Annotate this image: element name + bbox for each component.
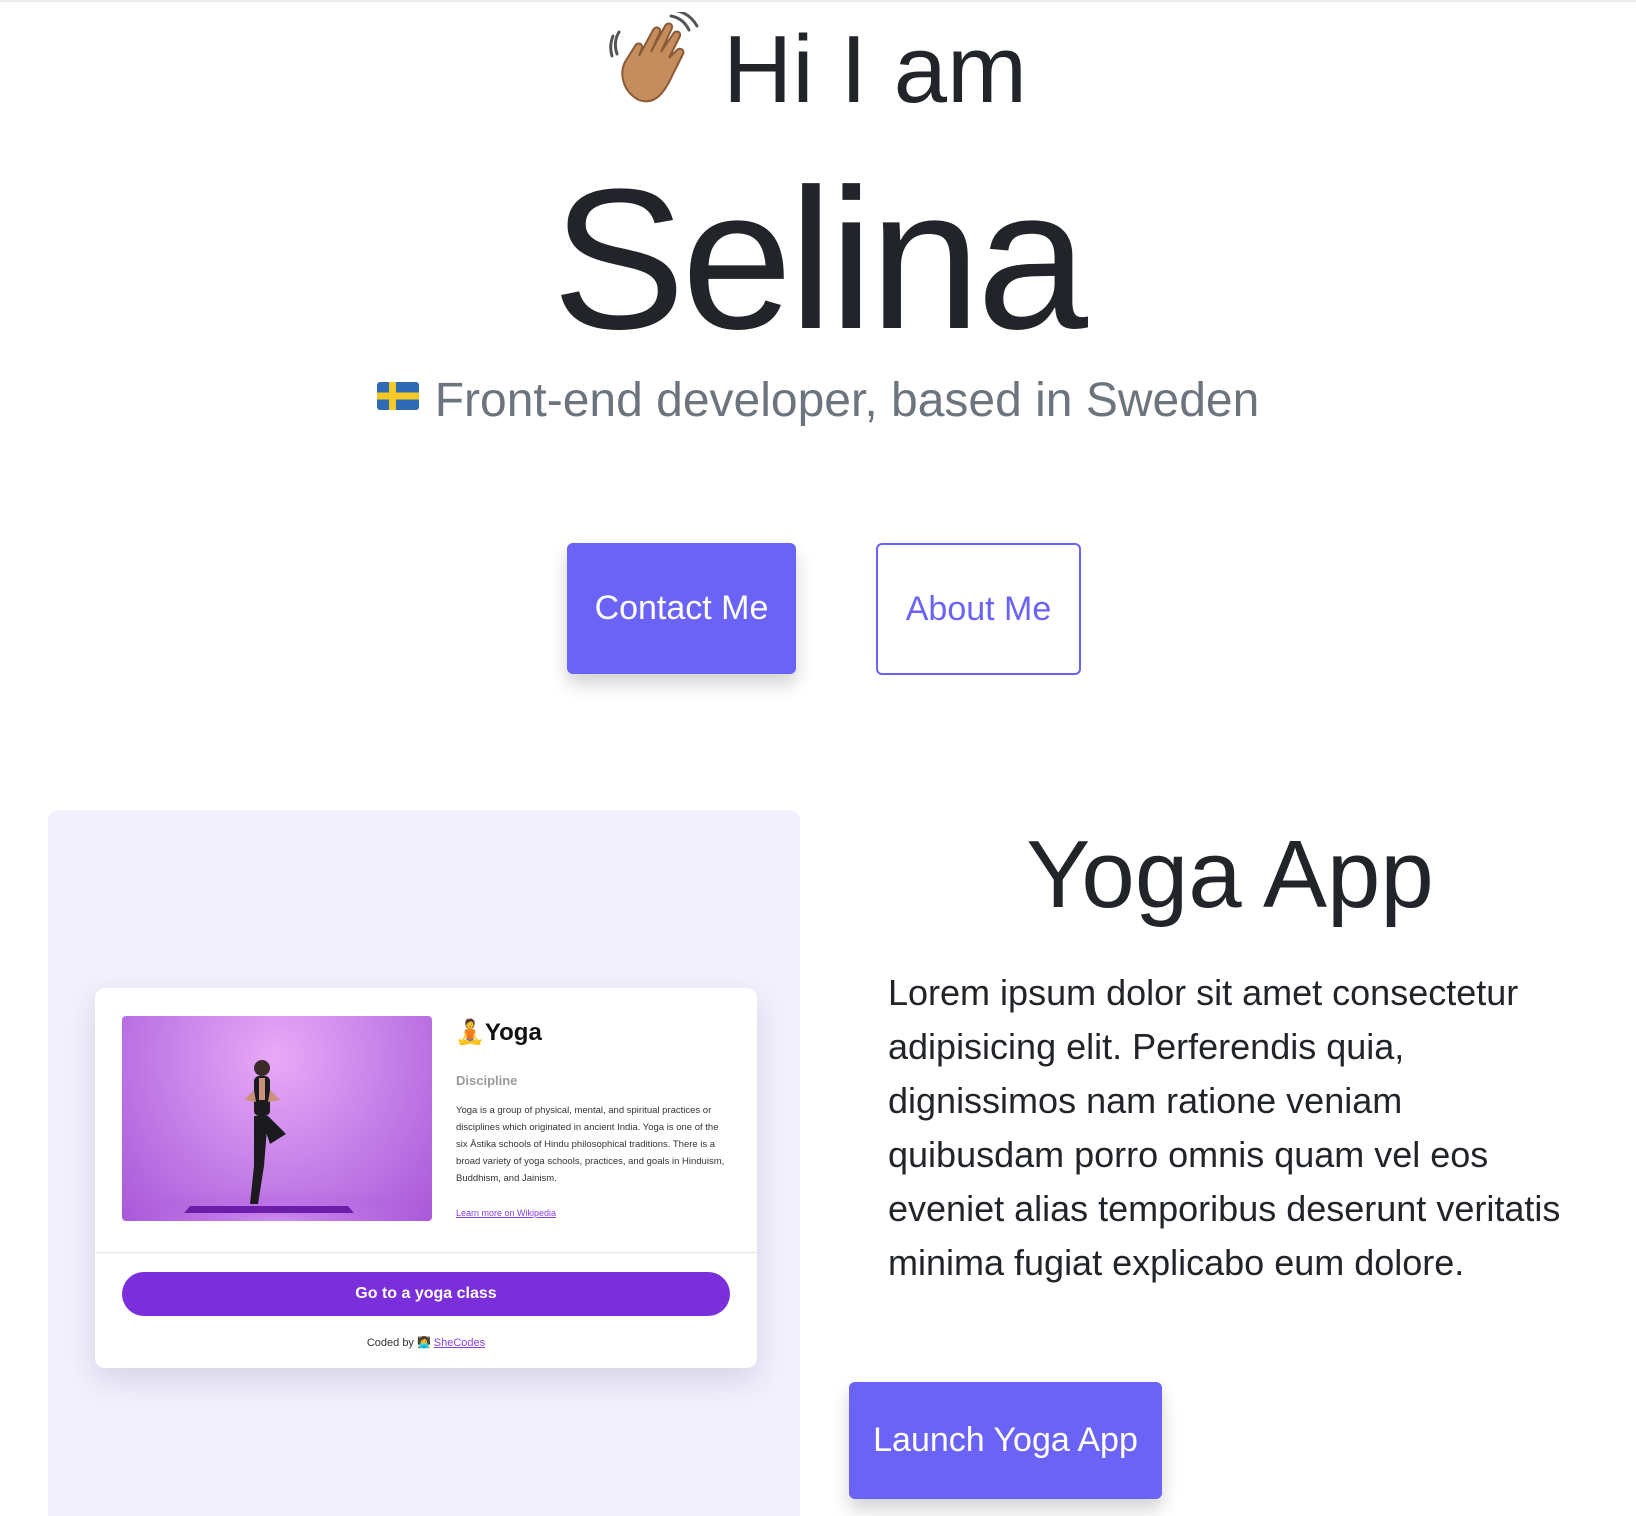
wikipedia-link[interactable]: Learn more on Wikipedia	[456, 1208, 556, 1218]
meditation-icon: 🧘	[455, 1019, 485, 1046]
yoga-card-title-text: Yoga	[484, 1019, 542, 1046]
about-me-button[interactable]: About Me	[876, 543, 1081, 675]
yoga-pose-image	[122, 1016, 432, 1221]
footer-prefix: Coded by	[366, 1337, 414, 1349]
launch-yoga-app-button[interactable]: Launch Yoga App	[849, 1382, 1162, 1499]
portfolio-page: Hi I am Selina Front-end developer, base…	[0, 0, 1636, 1516]
yoga-app-preview-card: 🧘Yoga Discipline Yoga is a group of phys…	[95, 988, 757, 1368]
hero-name: Selina	[552, 148, 1088, 371]
waving-hand-icon	[609, 8, 705, 134]
project-title: Yoga App	[1026, 821, 1434, 928]
tagline-text: Front-end developer, based in Sweden	[434, 374, 1260, 427]
yoga-card-title: 🧘Yoga	[455, 1018, 542, 1047]
contact-me-button[interactable]: Contact Me	[567, 543, 796, 674]
project-description: Lorem ipsum dolor sit amet consectetur a…	[888, 972, 1561, 1283]
yoga-card-divider	[95, 1252, 757, 1253]
hero-tagline: Front-end developer, based in Sweden	[0, 366, 1636, 430]
yoga-class-button[interactable]: Go to a yoga class	[122, 1272, 730, 1316]
yoga-card-description: Yoga is a group of physical, mental, and…	[456, 1105, 725, 1184]
top-divider	[0, 0, 1636, 2]
shecodes-link[interactable]: SheCodes	[434, 1337, 485, 1349]
hero-greeting: Hi I am	[0, 8, 1636, 134]
yoga-card-subtitle: Discipline	[456, 1073, 518, 1088]
sweden-flag-icon	[376, 366, 419, 410]
shecodes-logo-icon: 👩‍💻	[417, 1337, 431, 1349]
greeting-text: Hi I am	[722, 16, 1028, 123]
yoga-card-footer: Coded by 👩‍💻 SheCodes	[95, 1336, 757, 1349]
